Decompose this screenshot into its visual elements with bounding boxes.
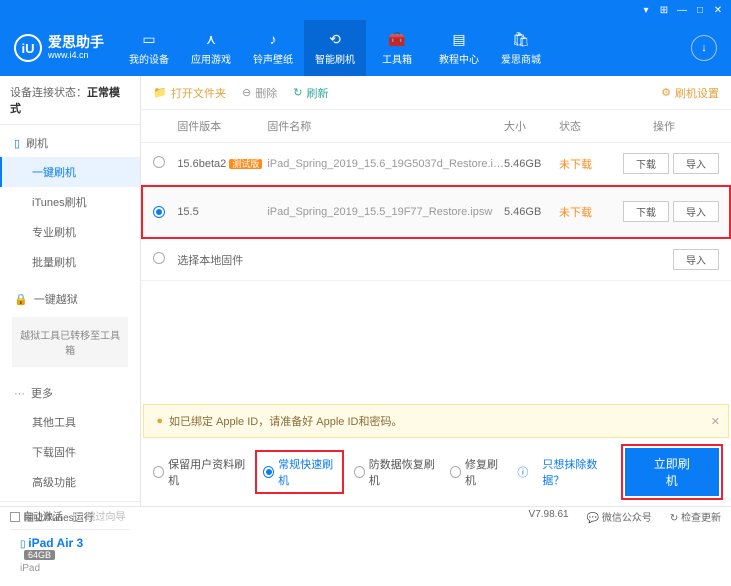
sidebar-item-itunes[interactable]: iTunes刷机	[0, 187, 140, 217]
sidebar-item-download[interactable]: 下载固件	[0, 437, 140, 467]
sidebar-item-pro[interactable]: 专业刷机	[0, 217, 140, 247]
sidebar: 设备连接状态：正常模式 ▯刷机 一键刷机 iTunes刷机 专业刷机 批量刷机 …	[0, 76, 141, 506]
maximize-icon[interactable]: □	[693, 5, 707, 16]
refresh-button[interactable]: ↻刷新	[293, 85, 328, 101]
download-button[interactable]: 下载	[623, 201, 669, 222]
sidebar-item-oneclick[interactable]: 一键刷机	[0, 157, 140, 187]
nav-flash[interactable]: ⟲智能刷机	[304, 20, 366, 76]
main-panel: 📁打开文件夹 ⊖删除 ↻刷新 ⚙刷机设置 固件版本 固件名称 大小 状态 操作 …	[141, 76, 731, 506]
apps-icon: ⋏	[202, 30, 220, 48]
radio-unchecked[interactable]	[153, 252, 165, 264]
sidebar-item-other[interactable]: 其他工具	[0, 407, 140, 437]
grid-icon[interactable]: ⊞	[657, 5, 671, 16]
info-icon[interactable]: ⓘ	[517, 464, 528, 480]
import-button[interactable]: 导入	[673, 153, 719, 174]
app-url: www.i4.cn	[48, 51, 104, 61]
sidebar-item-advanced[interactable]: 高级功能	[0, 467, 140, 497]
nav-tutorials[interactable]: ▤教程中心	[428, 20, 490, 76]
mode-repair[interactable]: 修复刷机	[450, 456, 503, 488]
tablet-icon: ▯	[20, 539, 26, 550]
sidebar-item-batch[interactable]: 批量刷机	[0, 247, 140, 277]
window-controls: ▾ ⊞ — □ ✕	[0, 0, 731, 20]
download-button[interactable]: 下载	[623, 153, 669, 174]
check-update-link[interactable]: ↻ 检查更新	[670, 509, 721, 524]
logo-icon: iU	[14, 34, 42, 62]
minimize-icon[interactable]: —	[675, 5, 689, 16]
mode-bar: 保留用户资料刷机 常规快速刷机 防数据恢复刷机 修复刷机 ⓘ 只想抹除数据？ 立…	[141, 438, 731, 506]
beta-tag: 测试版	[229, 159, 262, 169]
open-folder-button[interactable]: 📁打开文件夹	[153, 85, 226, 101]
header: iU 爱思助手 www.i4.cn ▭我的设备 ⋏应用游戏 ♪铃声壁纸 ⟲智能刷…	[0, 20, 731, 76]
bag-icon: 🛍	[512, 30, 530, 48]
phone-icon: ▭	[140, 30, 158, 48]
group-flash[interactable]: ▯刷机	[0, 129, 140, 157]
sync-button[interactable]: ↓	[691, 35, 717, 61]
version-label: V7.98.61	[529, 509, 569, 524]
nav-toolbox[interactable]: 🧰工具箱	[366, 20, 428, 76]
book-icon: ▤	[450, 30, 468, 48]
nav-my-device[interactable]: ▭我的设备	[118, 20, 180, 76]
refresh-icon: ⟲	[326, 30, 344, 48]
logo: iU 爱思助手 www.i4.cn	[0, 34, 118, 62]
close-warning-icon[interactable]: ✕	[711, 415, 720, 428]
nav-apps[interactable]: ⋏应用游戏	[180, 20, 242, 76]
block-itunes-checkbox[interactable]: 阻止iTunes运行	[10, 509, 94, 524]
radio-unchecked[interactable]	[153, 156, 165, 168]
group-jailbreak[interactable]: 🔒一键越狱	[0, 285, 140, 313]
delete-button[interactable]: ⊖删除	[242, 85, 277, 101]
main-nav: ▭我的设备 ⋏应用游戏 ♪铃声壁纸 ⟲智能刷机 🧰工具箱 ▤教程中心 🛍爱思商城	[118, 20, 552, 76]
toolbar: 📁打开文件夹 ⊖删除 ↻刷新 ⚙刷机设置	[141, 76, 731, 110]
wechat-link[interactable]: 💬 微信公众号	[587, 509, 652, 524]
gear-icon: ⚙	[661, 86, 671, 99]
lock-icon: 🔒	[14, 293, 28, 306]
more-icon: ⋯	[14, 387, 25, 400]
firmware-row[interactable]: 15.6beta2测试版 iPad_Spring_2019_15.6_19G50…	[141, 143, 731, 185]
delete-icon: ⊖	[242, 86, 251, 99]
warning-bar: ● 如已绑定 Apple ID，请准备好 Apple ID和密码。 ✕	[143, 404, 729, 438]
jailbreak-note: 越狱工具已转移至工具箱	[12, 317, 128, 367]
settings-button[interactable]: ⚙刷机设置	[661, 85, 719, 101]
radio-checked[interactable]	[153, 206, 165, 218]
nav-store[interactable]: 🛍爱思商城	[490, 20, 552, 76]
table-header: 固件版本 固件名称 大小 状态 操作	[141, 110, 731, 143]
firmware-row-selected[interactable]: 15.5 iPad_Spring_2019_15.5_19F77_Restore…	[141, 185, 731, 239]
music-icon: ♪	[264, 30, 282, 48]
import-button[interactable]: 导入	[673, 201, 719, 222]
toolbox-icon: 🧰	[388, 30, 406, 48]
menu-icon[interactable]: ▾	[639, 5, 653, 16]
warning-icon: ●	[156, 415, 163, 427]
device-info[interactable]: ▯ iPad Air 3 64GB iPad	[10, 530, 130, 580]
erase-link[interactable]: 只想抹除数据？	[542, 456, 610, 488]
close-icon[interactable]: ✕	[711, 5, 725, 16]
group-more[interactable]: ⋯更多	[0, 379, 140, 407]
import-button[interactable]: 导入	[673, 249, 719, 270]
mode-keep-data[interactable]: 保留用户资料刷机	[153, 456, 245, 488]
nav-ringtones[interactable]: ♪铃声壁纸	[242, 20, 304, 76]
device-icon: ▯	[14, 137, 20, 150]
mode-anti-recovery[interactable]: 防数据恢复刷机	[354, 456, 436, 488]
mode-quick[interactable]: 常规快速刷机	[259, 454, 340, 490]
connection-status: 设备连接状态：正常模式	[0, 76, 140, 125]
flash-now-button[interactable]: 立即刷机	[625, 448, 720, 496]
wechat-icon: 💬	[587, 513, 599, 524]
refresh-icon: ↻	[293, 86, 302, 99]
local-firmware-row[interactable]: 选择本地固件 导入	[141, 239, 731, 281]
app-name: 爱思助手	[48, 35, 104, 50]
update-icon: ↻	[670, 513, 678, 524]
folder-icon: 📁	[153, 86, 167, 99]
